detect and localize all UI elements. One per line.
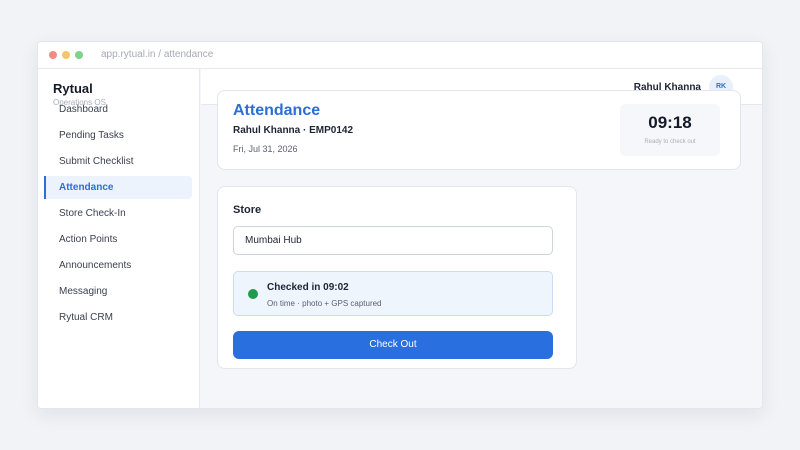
sidebar-item-rytual-crm[interactable]: Rytual CRM: [44, 306, 192, 329]
current-time: 09:18: [648, 113, 692, 132]
check-in-status-title: Checked in 09:02: [267, 282, 349, 293]
check-in-status-detail: On time · photo + GPS captured: [267, 299, 382, 308]
store-select[interactable]: Mumbai Hub: [233, 226, 553, 255]
close-window-dot-icon[interactable]: [49, 51, 57, 59]
browser-window: app.rytual.in / attendance Rytual Operat…: [37, 41, 763, 409]
current-date: Fri, Jul 31, 2026: [233, 144, 298, 154]
sidebar-item-pending-tasks[interactable]: Pending Tasks: [44, 124, 192, 147]
sidebar-item-announcements[interactable]: Announcements: [44, 254, 192, 277]
status-dot-icon: [248, 289, 258, 299]
sidebar: Rytual Operations OS Dashboard Pending T…: [38, 69, 200, 408]
sidebar-item-action-points[interactable]: Action Points: [44, 228, 192, 251]
brand-name: Rytual: [53, 81, 93, 96]
sidebar-item-attendance[interactable]: Attendance: [44, 176, 192, 199]
sidebar-item-messaging[interactable]: Messaging: [44, 280, 192, 303]
minimize-window-dot-icon[interactable]: [62, 51, 70, 59]
title-bar: app.rytual.in / attendance: [38, 42, 762, 69]
address-bar-url[interactable]: app.rytual.in / attendance: [101, 49, 213, 60]
page-title: Attendance: [233, 102, 321, 119]
check-in-status-box: Checked in 09:02 On time · photo + GPS c…: [233, 271, 553, 316]
sidebar-item-submit-checklist[interactable]: Submit Checklist: [44, 150, 192, 173]
store-label: Store: [233, 204, 262, 216]
attendance-header-card: Attendance Rahul Khanna · EMP0142 Fri, J…: [217, 90, 741, 170]
maximize-window-dot-icon[interactable]: [75, 51, 83, 59]
store-card: Store Mumbai Hub Checked in 09:02 On tim…: [217, 186, 577, 369]
employee-info: Rahul Khanna · EMP0142: [233, 125, 354, 136]
check-out-button[interactable]: Check Out: [233, 331, 553, 359]
sidebar-item-store-check-in[interactable]: Store Check-In: [44, 202, 192, 225]
clock-panel: 09:18 Ready to check out: [620, 104, 720, 156]
clock-status: Ready to check out: [644, 139, 696, 145]
sidebar-item-dashboard[interactable]: Dashboard: [44, 98, 192, 121]
